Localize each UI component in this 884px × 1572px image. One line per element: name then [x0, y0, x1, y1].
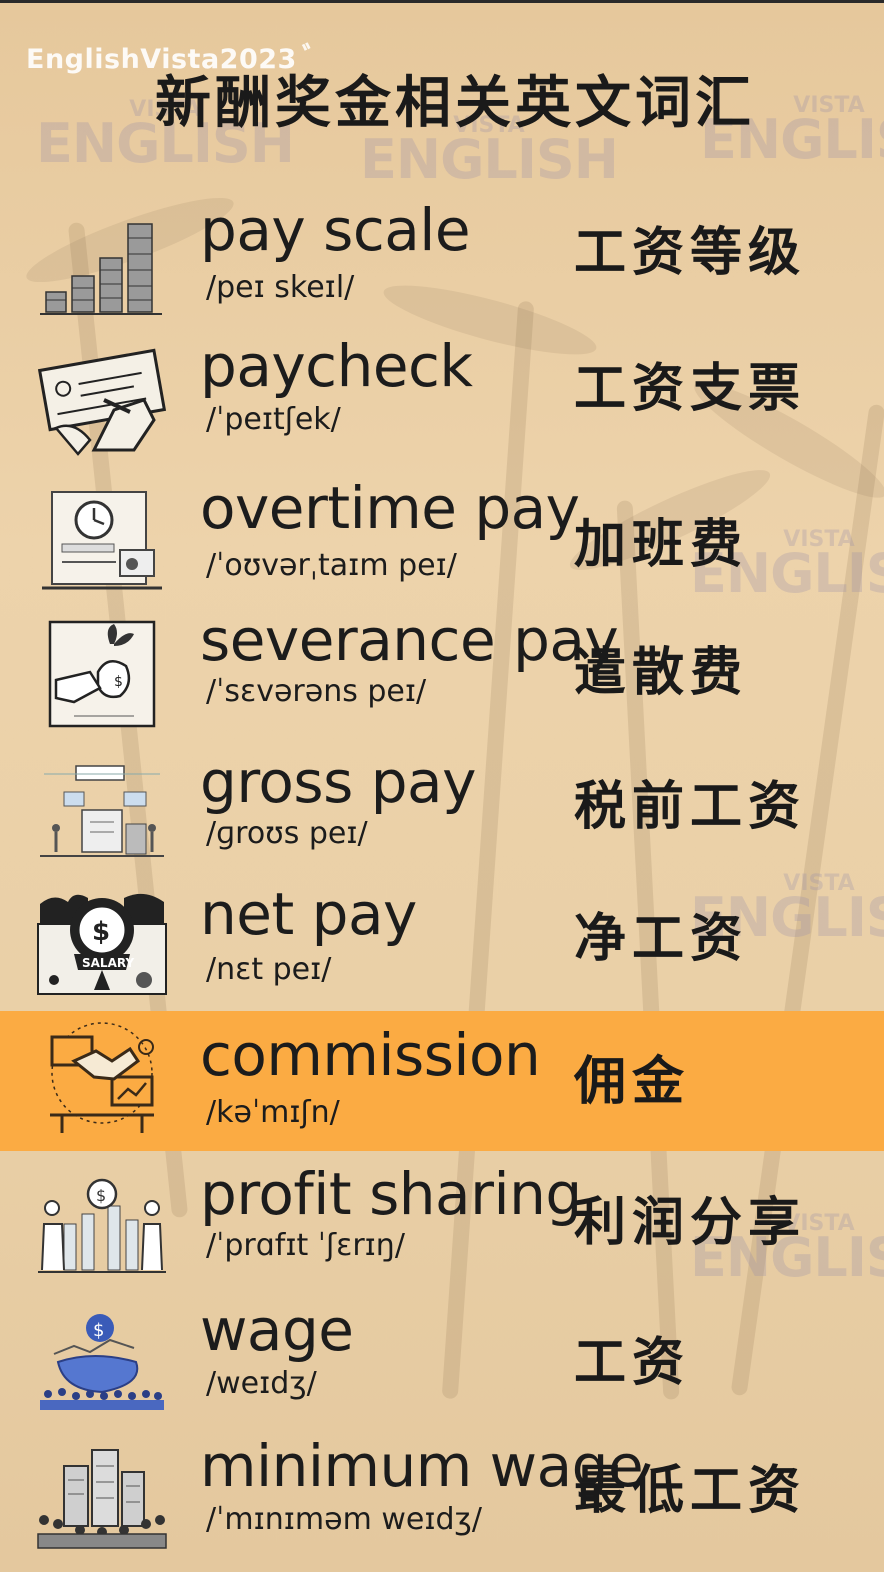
chinese-translation: 佣金	[574, 1051, 691, 1112]
english-term: severance pay	[200, 606, 619, 674]
svg-text:$: $	[93, 1320, 104, 1341]
svg-text:$: $	[96, 1186, 106, 1205]
phonetic: /ˈpeɪtʃek/	[206, 402, 341, 437]
check-signing-icon	[37, 348, 167, 456]
svg-text:$: $	[114, 674, 123, 690]
hand-money-bag-icon: $	[48, 620, 156, 728]
wage-hand-icon: $	[40, 1314, 164, 1410]
english-term: overtime pay	[200, 474, 580, 542]
profit-sharing-icon: $	[38, 1178, 166, 1273]
english-term: profit sharing	[200, 1160, 582, 1228]
english-term: commission	[200, 1021, 541, 1089]
chinese-translation: 税前工资	[574, 776, 807, 837]
vocab-row: pay scale /peɪ skeɪl/ 工资等级	[0, 196, 884, 332]
chinese-translation: 工资支票	[574, 358, 807, 419]
chinese-translation: 加班费	[574, 514, 749, 575]
vocab-row-highlighted: commission /kəˈmɪʃn/ 佣金	[0, 1011, 884, 1151]
vocab-row: $ profit sharing /ˈprɑfɪt ˈʃɛrɪŋ/ 利润分享	[0, 1156, 884, 1292]
english-term: paycheck	[200, 332, 473, 400]
svg-text:$: $	[92, 917, 110, 947]
phonetic: /weɪdʒ/	[206, 1366, 317, 1401]
chinese-translation: 最低工资	[574, 1460, 807, 1521]
phonetic: /ˈprɑfɪt ˈʃɛrɪŋ/	[206, 1228, 405, 1263]
vocab-row: $ wage /weɪdʒ/ 工资	[0, 1292, 884, 1428]
chinese-translation: 工资等级	[574, 222, 807, 283]
chinese-translation: 净工资	[574, 908, 749, 969]
coin-stacks-icon	[40, 223, 162, 315]
crowd-city-icon	[37, 1449, 167, 1549]
vocab-row: gross pay /ɡroʊs peɪ/ 税前工资	[0, 744, 884, 880]
english-term: net pay	[200, 880, 417, 948]
phonetic: /ˈoʊvərˌtaɪm peɪ/	[206, 548, 457, 583]
vocab-row: $ SALARY net pay /nɛt peɪ/ 净工资	[0, 876, 884, 1012]
phonetic: /kəˈmɪʃn/	[206, 1095, 340, 1130]
chinese-translation: 利润分享	[574, 1192, 807, 1253]
chinese-translation: 遣散费	[574, 642, 749, 703]
phonetic: /ɡroʊs peɪ/	[206, 816, 368, 851]
vocab-row: $ severance pay /ˈsɛvərəns peɪ/ 遣散费	[0, 606, 884, 742]
svg-text:SALARY: SALARY	[82, 956, 134, 970]
chinese-translation: 工资	[574, 1332, 691, 1393]
english-term: wage	[200, 1296, 354, 1364]
english-term: pay scale	[200, 196, 471, 264]
phonetic: /nɛt peɪ/	[206, 952, 332, 987]
handshake-icon	[50, 1022, 154, 1133]
salary-emblem-icon: $ SALARY	[37, 893, 167, 995]
gross-pay-office-icon	[40, 765, 164, 857]
vocab-row: minimum wage /ˈmɪnɪməm weɪdʒ/ 最低工资	[0, 1428, 884, 1564]
phonetic: /ˈsɛvərəns peɪ/	[206, 674, 427, 709]
vocab-row: paycheck /ˈpeɪtʃek/ 工资支票	[0, 332, 884, 468]
phonetic: /peɪ skeɪl/	[206, 270, 355, 305]
page-title: 新酬奖金相关英文词汇	[155, 70, 755, 136]
vocab-row: overtime pay /ˈoʊvərˌtaɪm peɪ/ 加班费	[0, 474, 884, 610]
clock-document-icon	[42, 491, 162, 590]
phonetic: /ˈmɪnɪməm weɪdʒ/	[206, 1502, 482, 1537]
english-term: gross pay	[200, 748, 476, 816]
